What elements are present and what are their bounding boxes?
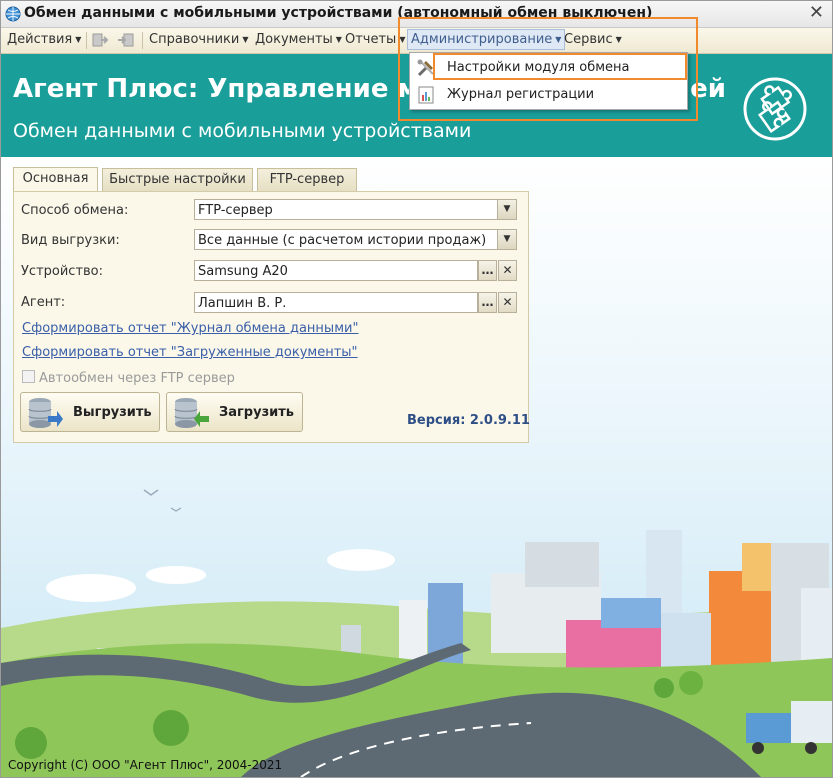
menu-item-exchange-module-settings-label: Настройки модуля обмена: [447, 60, 630, 75]
menu-documents-label: Документы: [255, 32, 333, 47]
menu-documents[interactable]: Документы ▼: [255, 32, 342, 47]
exchange-method-label: Способ обмена:: [21, 203, 129, 218]
auto-exchange-checkbox[interactable]: Автообмен через FTP сервер: [22, 370, 235, 386]
menu-item-event-log[interactable]: Журнал регистрации: [412, 82, 685, 107]
export-type-label: Вид выгрузки:: [21, 233, 120, 248]
exchange-method-value: FTP-сервер: [198, 203, 273, 218]
tools-icon: [417, 59, 434, 77]
download-button-label: Загрузить: [219, 405, 294, 420]
menu-service-label: Сервис: [564, 32, 613, 47]
menu-separator: [86, 32, 87, 49]
auto-exchange-label: Автообмен через FTP сервер: [39, 371, 235, 386]
menu-item-event-log-label: Журнал регистрации: [447, 87, 595, 102]
menu-actions[interactable]: Действия ▼: [7, 32, 81, 47]
app-window: Обмен данными с мобильными устройствами …: [0, 0, 833, 778]
download-button[interactable]: Загрузить: [166, 392, 303, 432]
device-label: Устройство:: [21, 264, 104, 279]
title-bar: Обмен данными с мобильными устройствами …: [1, 1, 832, 28]
exchange-log-report-link[interactable]: Сформировать отчет "Журнал обмена данным…: [22, 321, 358, 336]
database-upload-icon: [28, 398, 63, 428]
menu-separator: [142, 32, 143, 49]
menu-administration-label: Администрирование: [411, 32, 553, 47]
menu-catalogs-label: Справочники: [149, 32, 240, 47]
menu-bar: Действия ▼ Справочники ▼ Документы ▼ Отчеты…: [1, 28, 832, 54]
exchange-method-select[interactable]: FTP-сервер ▼: [194, 199, 517, 220]
window-title: Обмен данными с мобильными устройствами …: [24, 5, 653, 21]
chevron-down-icon[interactable]: ▼: [497, 230, 516, 249]
header-subtitle: Обмен данными с мобильными устройствами: [13, 120, 472, 142]
tab-quick-settings[interactable]: Быстрые настройки: [102, 168, 253, 191]
menu-item-exchange-module-settings[interactable]: Настройки модуля обмена: [412, 55, 685, 80]
checkbox-box[interactable]: [22, 370, 35, 383]
menu-reports[interactable]: Отчеты ▼: [345, 32, 405, 47]
upload-button-label: Выгрузить: [73, 405, 152, 420]
export-toolbar-icon[interactable]: [91, 31, 109, 49]
chevron-down-icon[interactable]: ▼: [497, 200, 516, 219]
menu-actions-label: Действия: [7, 32, 73, 47]
export-type-select[interactable]: Все данные (с расчетом истории продаж) ▼: [194, 229, 517, 250]
tab-ftp-server[interactable]: FTP-сервер: [257, 168, 357, 191]
agent-label: Агент:: [21, 295, 66, 310]
agent-clear-button[interactable]: ✕: [498, 292, 517, 313]
device-select-button[interactable]: …: [478, 260, 497, 281]
close-button[interactable]: ✕: [809, 3, 824, 23]
menu-reports-label: Отчеты: [345, 32, 397, 47]
loaded-documents-report-link[interactable]: Сформировать отчет "Загруженные документ…: [22, 345, 358, 360]
database-download-icon: [174, 398, 209, 428]
version-label: Версия: 2.0.9.11: [407, 413, 530, 428]
administration-dropdown-menu: Настройки модуля обмена Журнал регистрац…: [409, 52, 688, 110]
app-globe-icon: [5, 6, 21, 22]
export-type-value: Все данные (с расчетом истории продаж): [198, 233, 487, 248]
puzzle-icon: [743, 77, 807, 141]
upload-button[interactable]: Выгрузить: [20, 392, 160, 432]
menu-administration[interactable]: Администрирование ▼: [407, 29, 566, 50]
log-icon: [418, 86, 434, 104]
tab-main[interactable]: Основная: [13, 167, 98, 192]
copyright-text: Copyright (C) ООО "Агент Плюс", 2004-202…: [8, 758, 283, 772]
import-toolbar-icon[interactable]: [117, 31, 135, 49]
agent-select-button[interactable]: …: [478, 292, 497, 313]
device-field[interactable]: Samsung A20: [194, 260, 478, 281]
agent-field[interactable]: Лапшин В. Р.: [194, 292, 478, 313]
device-clear-button[interactable]: ✕: [498, 260, 517, 281]
menu-service[interactable]: Сервис ▼: [564, 32, 622, 47]
menu-catalogs[interactable]: Справочники ▼: [149, 32, 249, 47]
